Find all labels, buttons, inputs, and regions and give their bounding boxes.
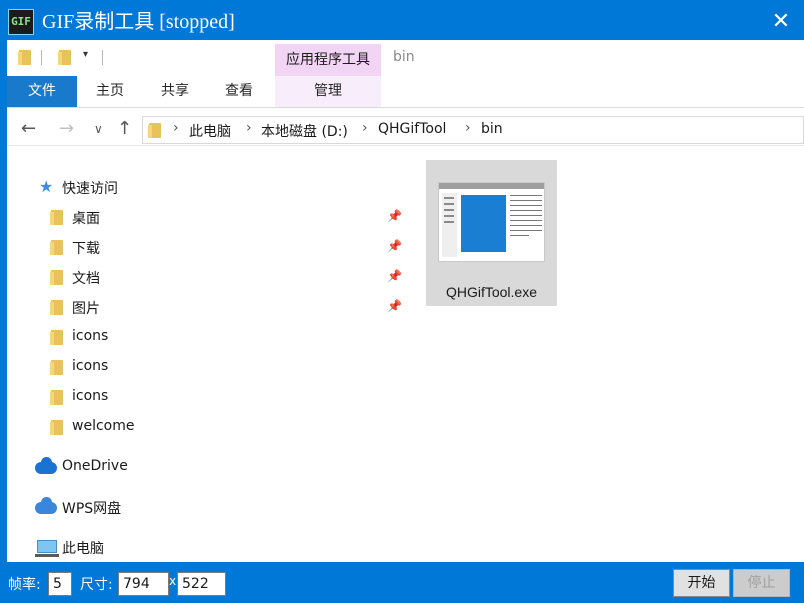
nav-label: WPS网盘 bbox=[62, 501, 122, 517]
folder-icon bbox=[50, 390, 63, 405]
nav-label: 文档 bbox=[72, 271, 100, 287]
title-folder-name: bin bbox=[393, 49, 415, 65]
nav-item-documents[interactable]: 文档 📌 bbox=[7, 263, 407, 293]
downloads-folder-icon bbox=[50, 240, 63, 255]
nav-label: icons bbox=[72, 388, 109, 404]
nav-quick-access[interactable]: ★ 快速访问 bbox=[7, 173, 407, 203]
recent-locations-icon[interactable]: ∨ bbox=[94, 122, 103, 136]
nav-item-welcome[interactable]: welcome bbox=[7, 413, 407, 443]
file-name: QHGifTool.exe bbox=[445, 284, 538, 300]
tab-manage[interactable]: 管理 bbox=[275, 76, 381, 107]
wps-cloud-icon bbox=[35, 497, 57, 514]
context-tab-group-label: 应用程序工具 bbox=[286, 52, 370, 68]
nav-item-desktop[interactable]: 桌面 📌 bbox=[7, 203, 407, 233]
window-title: GIF录制工具 [stopped] bbox=[42, 11, 235, 33]
start-button[interactable]: 开始 bbox=[673, 569, 730, 597]
folder-icon bbox=[148, 123, 161, 138]
nav-item-downloads[interactable]: 下载 📌 bbox=[7, 233, 407, 263]
tab-view[interactable]: 查看 bbox=[214, 76, 264, 107]
computer-icon bbox=[35, 540, 59, 557]
folder-icon bbox=[50, 330, 63, 345]
nav-item-wps[interactable]: WPS网盘 bbox=[7, 493, 407, 523]
nav-item-pictures[interactable]: 图片 📌 bbox=[7, 293, 407, 323]
nav-label: welcome bbox=[72, 418, 135, 434]
new-folder-icon[interactable] bbox=[58, 50, 71, 65]
fps-input[interactable]: 5 bbox=[48, 572, 72, 596]
width-input[interactable]: 794 bbox=[118, 572, 169, 596]
size-separator: x bbox=[169, 574, 177, 588]
tab-share[interactable]: 共享 bbox=[150, 76, 200, 107]
nav-label: icons bbox=[72, 358, 109, 374]
nav-label: 图片 bbox=[72, 301, 100, 317]
nav-item-icons[interactable]: icons bbox=[7, 353, 407, 383]
pin-icon[interactable]: 📌 bbox=[387, 269, 402, 283]
chevron-right-icon[interactable]: › bbox=[465, 120, 471, 136]
customize-dropdown-icon[interactable]: ▾ bbox=[83, 49, 88, 60]
nav-item-icons[interactable]: icons bbox=[7, 383, 407, 413]
tab-file[interactable]: 文件 bbox=[7, 76, 77, 107]
context-tab-group: 应用程序工具 bbox=[275, 44, 381, 76]
ribbon-tabs: 文件 主页 共享 查看 管理 bbox=[7, 76, 804, 108]
height-input[interactable]: 522 bbox=[177, 572, 226, 596]
size-label: 尺寸: bbox=[80, 577, 113, 593]
exe-app-icon bbox=[438, 182, 545, 262]
chevron-right-icon[interactable]: › bbox=[173, 120, 179, 136]
nav-label: 下载 bbox=[72, 241, 100, 257]
nav-label: OneDrive bbox=[62, 458, 128, 474]
toolbar-separator bbox=[41, 50, 42, 65]
quick-access-toolbar: ▾ 应用程序工具 bin bbox=[7, 40, 804, 76]
pictures-folder-icon bbox=[50, 300, 63, 315]
chevron-right-icon[interactable]: › bbox=[362, 120, 368, 136]
address-bar: ← → ∨ ↑ › 此电脑 › 本地磁盘 (D:) › QHGifTool › … bbox=[7, 114, 804, 146]
file-item-qhgiftool[interactable]: QHGifTool.exe bbox=[426, 160, 557, 306]
breadcrumb-drive-d[interactable]: 本地磁盘 (D:) bbox=[261, 121, 348, 141]
fps-label: 帧率: bbox=[8, 577, 41, 593]
chevron-right-icon[interactable]: › bbox=[246, 120, 252, 136]
gif-app-icon: GIF bbox=[8, 9, 34, 35]
nav-label: icons bbox=[72, 328, 109, 344]
nav-item-icons[interactable]: icons bbox=[7, 323, 407, 353]
back-arrow-icon[interactable]: ← bbox=[21, 118, 36, 139]
forward-arrow-icon[interactable]: → bbox=[59, 118, 74, 139]
nav-item-this-pc[interactable]: 此电脑 bbox=[7, 533, 407, 562]
recorder-control-bar: 帧率: 5 尺寸: 794 x 522 开始 停止 bbox=[0, 562, 804, 603]
pin-icon[interactable]: 📌 bbox=[387, 209, 402, 223]
title-bar: GIF GIF录制工具 [stopped] ✕ bbox=[0, 0, 804, 44]
breadcrumb-this-pc[interactable]: 此电脑 bbox=[189, 121, 231, 141]
nav-label: 桌面 bbox=[72, 211, 100, 227]
explorer-window: ▾ 应用程序工具 bin 文件 主页 共享 查看 管理 ← → ∨ ↑ › 此电… bbox=[7, 40, 804, 562]
breadcrumb-qhgiftool[interactable]: QHGifTool bbox=[378, 121, 446, 137]
toolbar-separator bbox=[102, 50, 103, 65]
pin-icon[interactable]: 📌 bbox=[387, 239, 402, 253]
nav-item-onedrive[interactable]: OneDrive bbox=[7, 453, 407, 483]
breadcrumb[interactable]: › 此电脑 › 本地磁盘 (D:) › QHGifTool › bin bbox=[142, 116, 804, 144]
folder-icon bbox=[50, 360, 63, 375]
nav-label: 快速访问 bbox=[62, 181, 118, 197]
star-icon: ★ bbox=[39, 177, 54, 196]
pin-icon[interactable]: 📌 bbox=[387, 299, 402, 313]
onedrive-cloud-icon bbox=[35, 457, 57, 474]
up-arrow-icon[interactable]: ↑ bbox=[117, 118, 132, 139]
navigation-pane: ★ 快速访问 桌面 📌 下载 📌 文档 📌 图片 📌 icons icons i… bbox=[7, 148, 407, 562]
close-button[interactable]: ✕ bbox=[758, 0, 804, 44]
tab-home[interactable]: 主页 bbox=[85, 76, 135, 107]
folder-icon bbox=[50, 420, 63, 435]
desktop-folder-icon bbox=[50, 210, 63, 225]
folder-icon[interactable] bbox=[18, 50, 31, 65]
breadcrumb-bin[interactable]: bin bbox=[481, 121, 503, 137]
nav-label: 此电脑 bbox=[62, 541, 104, 557]
documents-folder-icon bbox=[50, 270, 63, 285]
stop-button[interactable]: 停止 bbox=[733, 569, 790, 597]
